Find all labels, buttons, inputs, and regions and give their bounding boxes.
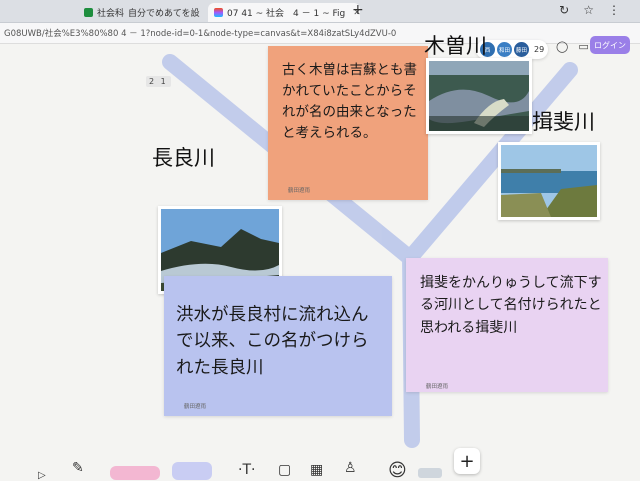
sticky-note-text: 古く木曽は吉蘇とも書かれていたことからそれが名の由来となったと考えられる。: [282, 62, 417, 141]
marker-swatch[interactable]: [110, 466, 160, 480]
text-tool[interactable]: ·T·: [238, 462, 255, 478]
login-button[interactable]: ログイン: [590, 36, 630, 54]
avatar[interactable]: 和田: [497, 42, 512, 57]
sticky-note-author: 鶴田遼雨: [184, 404, 207, 410]
label-nagara[interactable]: 長良川: [152, 142, 215, 172]
widget-icon[interactable]: [418, 468, 442, 478]
wide-river-image: [501, 145, 597, 217]
sticky-note-text: 洪水が長良村に流れ込んで以来、この名がつけられた長良川: [176, 305, 369, 378]
avatar[interactable]: 藤田: [514, 42, 529, 57]
label-ibi[interactable]: 揖斐川: [532, 106, 595, 136]
stamp-tool-icon[interactable]: ♙: [344, 460, 357, 476]
figma-top-tools: ◯ ▭: [556, 40, 589, 53]
sticky-note-kiso[interactable]: 古く木曽は吉蘇とも書かれていたことからそれが名の由来となったと考えられる。 鶴田…: [268, 46, 428, 200]
wide-river-photo[interactable]: [498, 142, 600, 220]
sticky-note-author: 鶴田遼雨: [288, 188, 311, 194]
table-tool-icon[interactable]: ▦: [310, 462, 323, 478]
sticky-note-nagara[interactable]: 洪水が長良村に流れ込んで以来、この名がつけられた長良川 鶴田遼雨: [164, 276, 392, 416]
sticky-swatch[interactable]: [172, 462, 212, 480]
sticky-note-ibi[interactable]: 揖斐をかんりゅうして流下する河川として名付けられたと思われる揖斐川 鶴田遼雨: [406, 258, 608, 392]
bottom-toolbar: ▷ ✎ ·T· ▢ ▦ ♙ 😊: [0, 440, 640, 481]
cursor-icon[interactable]: ▷: [38, 470, 46, 481]
add-button[interactable]: +: [454, 448, 480, 474]
pen-icon[interactable]: ✎: [72, 460, 84, 476]
sticky-note-author: 鶴田遼雨: [426, 384, 449, 390]
layers-icon[interactable]: ▭: [578, 40, 588, 53]
chat-icon[interactable]: ◯: [556, 40, 568, 53]
emoji-icon[interactable]: 😊: [388, 460, 407, 481]
aerial-river-photo[interactable]: [426, 58, 532, 134]
label-kiso[interactable]: 木曽川: [424, 30, 487, 60]
page-badge: 2 1: [146, 76, 171, 87]
sticky-note-text: 揖斐をかんりゅうして流下する河川として名付けられたと思われる揖斐川: [420, 275, 602, 336]
avatar-count[interactable]: 29: [534, 45, 544, 54]
aerial-river-image: [429, 61, 529, 131]
section-tool-icon[interactable]: ▢: [278, 462, 291, 478]
